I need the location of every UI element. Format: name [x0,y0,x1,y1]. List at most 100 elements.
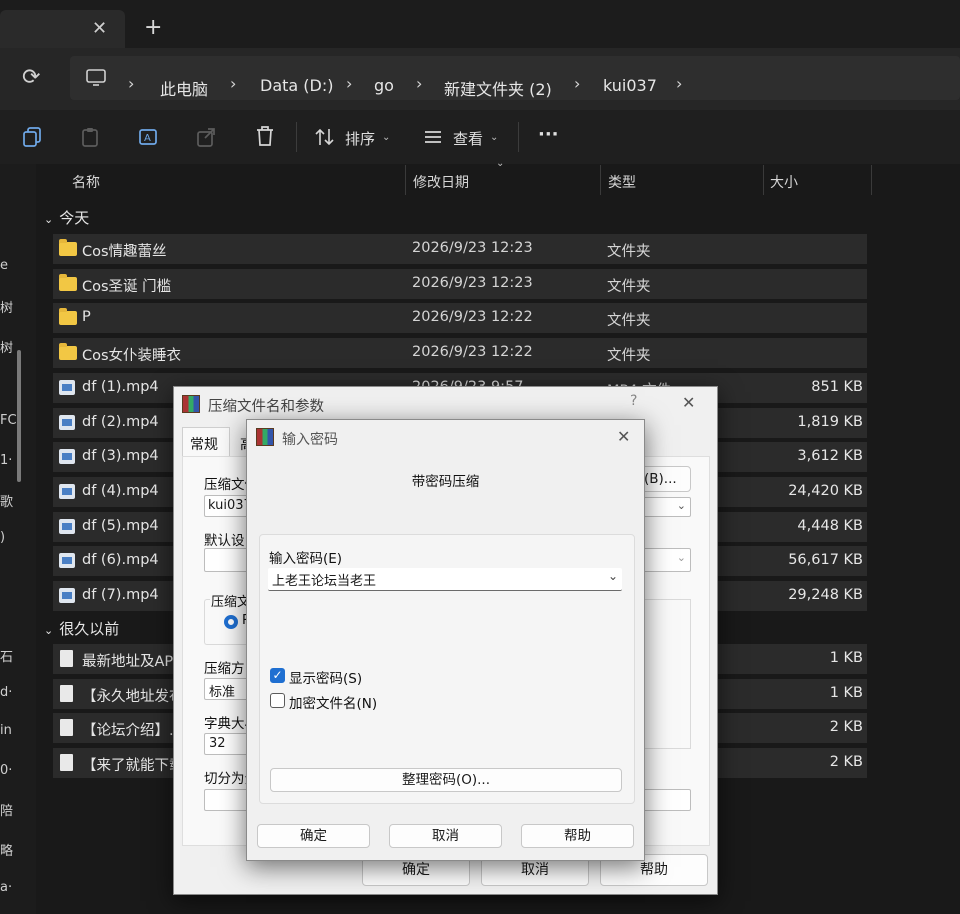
group-today[interactable]: ⌄ 今天 [44,207,89,228]
nav-scrollbar[interactable] [17,350,21,482]
file-row[interactable]: Cos情趣蕾丝 2026/9/23 12:23 文件夹 [53,234,867,264]
chevron-right-icon[interactable]: › [128,74,134,93]
encrypt-filenames-label[interactable]: 加密文件名(N) [289,692,377,712]
breadcrumb-new-folder[interactable]: 新建文件夹 (2) [444,76,552,100]
monitor-icon[interactable] [86,69,106,87]
column-divider[interactable] [600,165,601,195]
show-password-checkbox[interactable]: ✓ [270,668,285,683]
tab-bar: ✕ + [0,0,960,48]
cancel-button[interactable]: 取消 [389,824,502,848]
column-header-type[interactable]: 类型 [608,172,636,192]
file-size: 2 KB [829,719,863,736]
file-row[interactable]: P 2026/9/23 12:22 文件夹 [53,303,867,334]
copy-icon[interactable] [22,126,44,148]
share-icon[interactable] [196,126,218,148]
column-divider[interactable] [405,165,406,195]
nav-item-fragment[interactable]: e [0,258,8,273]
archive-name-dropdown[interactable]: ⌄ [639,497,691,517]
breadcrumb-kui037[interactable]: kui037 [603,76,657,95]
sort-button[interactable]: 排序 [345,128,375,149]
file-row[interactable]: Cos圣诞 门槛 2026/9/23 12:23 文件夹 [53,268,867,299]
file-type: 文件夹 [607,244,651,260]
nav-item-fragment[interactable]: 树 [0,337,13,356]
close-tab-icon[interactable]: ✕ [92,18,107,39]
ok-button[interactable]: 确定 [257,824,370,848]
nav-item-fragment[interactable]: a· [0,880,12,895]
sort-icon[interactable] [314,127,336,147]
breadcrumb-go[interactable]: go [374,76,394,95]
nav-item-fragment[interactable]: 歌 [0,491,13,510]
nav-item-fragment[interactable]: 0· [0,763,12,778]
nav-item-fragment[interactable]: d· [0,685,12,700]
profile-dropdown[interactable]: ⌄ [639,548,691,572]
video-file-icon [59,449,75,465]
folder-icon [59,273,77,291]
toolbar-divider [296,122,297,152]
group-long-ago[interactable]: ⌄ 很久以前 [44,618,119,639]
nav-item-fragment[interactable]: 1· [0,453,12,468]
method-value: 标准 [209,685,236,700]
help-button[interactable]: 帮助 [521,824,634,848]
chevron-right-icon[interactable]: › [574,74,580,93]
breadcrumb-this-pc[interactable]: 此电脑 [160,76,208,100]
file-name: Cos圣诞 门槛 [82,278,172,295]
view-icon[interactable] [423,128,443,146]
delete-icon[interactable] [254,125,276,147]
format-radio[interactable] [224,615,238,629]
chevron-right-icon[interactable]: › [416,74,422,93]
video-file-icon [59,483,75,499]
password-dialog[interactable]: 输入密码 ✕ 带密码压缩 输入密码(E) 上老王论坛当老王 ⌄ ✓ 显示密码(S)… [246,419,645,861]
file-type: 文件夹 [607,348,651,365]
chevron-right-icon[interactable]: › [230,74,236,93]
view-button[interactable]: 查看 [453,128,483,149]
chevron-right-icon[interactable]: › [346,74,352,93]
show-password-label[interactable]: 显示密码(S) [289,667,362,687]
more-options-icon[interactable]: ··· [538,124,559,145]
close-icon[interactable]: ✕ [682,393,695,412]
nav-item-fragment[interactable]: ) [0,530,5,545]
help-icon[interactable]: ? [630,393,637,409]
folder-icon [59,239,77,256]
address-bar[interactable]: › 此电脑 › Data (D:) › go › 新建文件夹 (2) › kui… [70,56,960,100]
close-icon[interactable]: ✕ [617,427,630,446]
chevron-down-icon: ⌄ [676,499,686,512]
nav-item-fragment[interactable]: 陪 [0,800,13,819]
method-label: 压缩方 [204,661,245,677]
chevron-down-icon[interactable]: ⌄ [382,132,390,143]
nav-item-fragment[interactable]: in [0,723,12,738]
file-name: df (1).mp4 [82,378,159,395]
tab-general-label: 常规 [190,437,218,453]
refresh-icon[interactable]: ⟳ [22,65,40,90]
file-row[interactable]: Cos女仆装睡衣 2026/9/23 12:22 文件夹 [53,338,867,369]
column-header-name[interactable]: 名称 [72,172,100,192]
file-name: df (7).mp4 [82,587,159,603]
column-divider[interactable] [871,165,872,195]
nav-item-fragment[interactable]: 略 [0,840,13,859]
paste-icon[interactable] [80,126,102,148]
breadcrumb-drive[interactable]: Data (D:) [260,76,333,95]
split-dropdown[interactable] [639,789,691,811]
file-name: Cos女仆装睡衣 [82,348,182,365]
file-size: 851 KB [811,378,863,395]
column-header-size[interactable]: 大小 [770,172,798,192]
nav-item-fragment[interactable]: 树 [0,297,13,316]
browse-button[interactable]: (B)... [639,466,691,492]
nav-item-fragment[interactable]: FC [0,413,17,428]
nav-item-fragment[interactable]: 石 [0,646,13,665]
chevron-down-icon[interactable]: ⌄ [608,569,618,583]
text-file-icon [60,719,73,737]
encrypt-filenames-checkbox[interactable] [270,693,285,708]
new-tab-icon[interactable]: + [144,15,162,40]
rename-icon[interactable]: A [138,126,160,148]
file-date: 2026/9/23 12:22 [412,344,533,361]
address-row: ⟳ › 此电脑 › Data (D:) › go › 新建文件夹 (2) › k… [0,48,960,110]
chevron-right-icon[interactable]: › [676,74,682,93]
toolbar-divider [518,122,519,152]
file-size: 24,420 KB [788,482,863,499]
password-input[interactable]: 上老王论坛当老王 ⌄ [268,568,622,591]
organize-passwords-button[interactable]: 整理密码(O)... [270,768,622,792]
column-header-modified[interactable]: 修改日期 [413,172,469,192]
column-divider[interactable] [763,165,764,195]
dictionary-value: 32 [209,736,226,751]
chevron-down-icon[interactable]: ⌄ [490,132,498,143]
